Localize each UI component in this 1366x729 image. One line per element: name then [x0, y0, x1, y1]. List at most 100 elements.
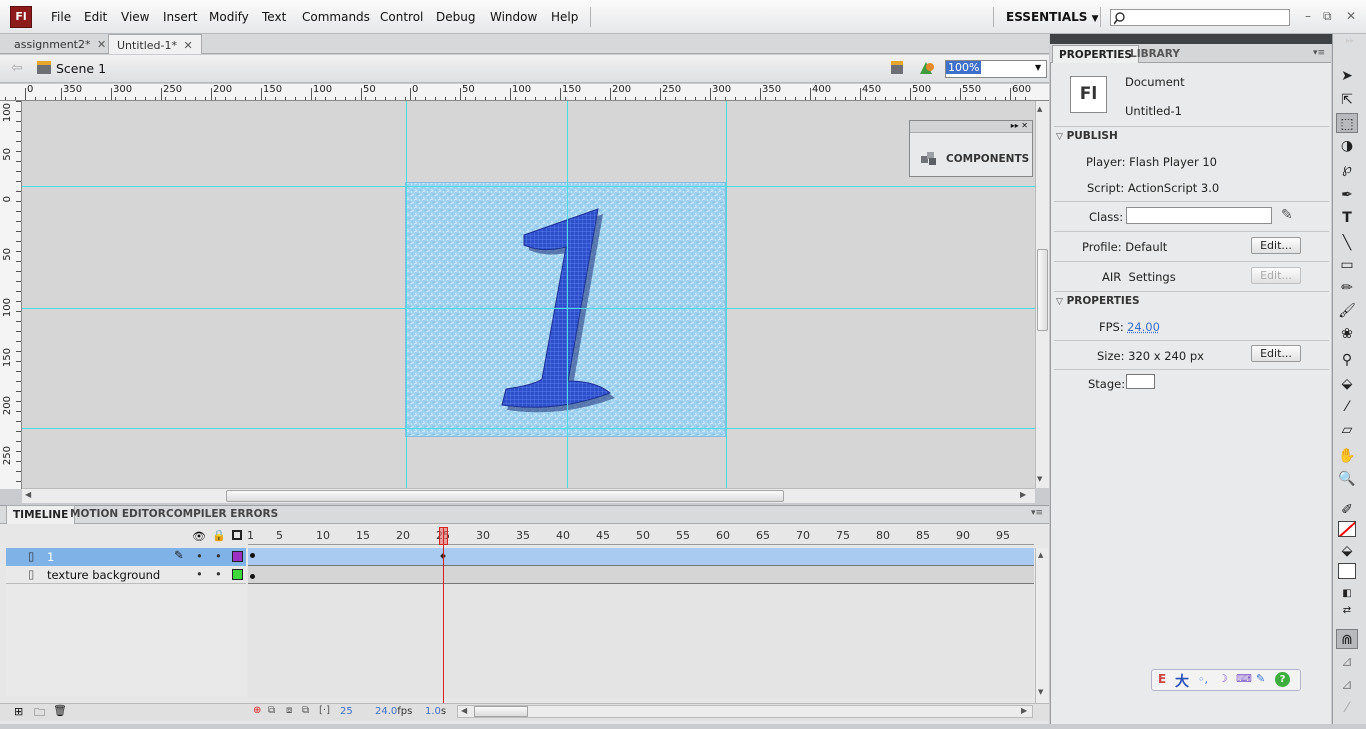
layer-row[interactable]: ▯ 1 ✎ • • — [6, 548, 246, 566]
close-icon[interactable]: ✕ — [1021, 121, 1028, 130]
keyframe[interactable] — [250, 574, 255, 579]
outline-icon[interactable] — [232, 530, 242, 540]
guide-line[interactable] — [22, 308, 1035, 309]
text-tool-icon[interactable]: T — [1336, 208, 1358, 228]
layer-color-swatch[interactable] — [232, 551, 243, 562]
brush-tool-icon[interactable]: 🖌 — [1336, 301, 1358, 321]
guide-line[interactable] — [567, 101, 568, 488]
stage-horizontal-scrollbar[interactable]: ◀ ▶ — [22, 488, 1035, 503]
3d-rotation-tool-icon[interactable]: ◑ — [1336, 136, 1358, 156]
onion-skin-icon[interactable]: ⧉ — [268, 705, 275, 716]
scroll-right-icon[interactable]: ▶ — [1020, 490, 1026, 499]
scroll-up-icon[interactable]: ▲ — [1038, 551, 1043, 559]
number-one-graphic[interactable] — [406, 183, 726, 437]
center-frame-icon[interactable]: ⊕ — [253, 705, 261, 716]
frame-grid[interactable] — [248, 548, 1034, 698]
lock-dot[interactable]: • — [215, 567, 222, 581]
close-window-button[interactable]: ✕ — [1346, 9, 1356, 23]
lasso-tool-icon[interactable]: ℘ — [1336, 159, 1358, 179]
scroll-down-icon[interactable]: ▼ — [1037, 475, 1042, 483]
zoom-tool-icon[interactable]: 🔍 — [1336, 469, 1358, 489]
subselection-tool-icon[interactable]: ⇱ — [1336, 90, 1358, 110]
eye-icon[interactable]: 👁 — [192, 530, 206, 543]
minimize-button[interactable]: – — [1305, 9, 1311, 23]
line-tool-icon[interactable]: ╲ — [1336, 233, 1358, 253]
components-title[interactable]: COMPONENTS — [946, 153, 1029, 165]
collapse-icon[interactable]: ▸▸ — [1346, 36, 1354, 45]
selection-tool-icon[interactable]: ➤ — [1336, 66, 1358, 86]
frame-rate[interactable]: 24.0fps — [375, 706, 412, 717]
layer-color-swatch[interactable] — [232, 569, 243, 580]
doc-name[interactable]: Untitled-1 — [1125, 104, 1182, 118]
scroll-right-icon[interactable]: ▶ — [1021, 706, 1027, 715]
layer-name[interactable]: texture background — [47, 568, 160, 582]
stroke-color-icon[interactable]: ✐ — [1336, 500, 1358, 520]
lock-icon[interactable]: 🔒 — [212, 529, 226, 542]
menu-help[interactable]: Help — [551, 10, 578, 24]
elapsed-time[interactable]: 1.0s — [425, 706, 446, 717]
guide-line[interactable] — [22, 428, 1035, 429]
rectangle-tool-icon[interactable]: ▭ — [1336, 255, 1358, 275]
workspace-switcher[interactable]: ESSENTIALS ▼ — [1006, 10, 1099, 24]
menu-view[interactable]: View — [121, 10, 149, 24]
modify-markers-icon[interactable]: [·] — [319, 705, 330, 716]
eyedropper-tool-icon[interactable]: ⁄ — [1336, 397, 1358, 417]
scroll-left-icon[interactable]: ◀ — [25, 490, 31, 499]
menu-text[interactable]: Text — [262, 10, 286, 24]
air-edit-button[interactable]: Edit... — [1251, 267, 1301, 284]
visibility-dot[interactable]: • — [196, 549, 203, 563]
pencil-icon[interactable]: ✎ — [1281, 207, 1293, 223]
new-layer-icon[interactable]: ⊞ — [14, 705, 23, 718]
hand-tool-icon[interactable]: ✋ — [1336, 446, 1358, 466]
profile-edit-button[interactable]: Edit... — [1251, 237, 1301, 254]
panel-menu-icon[interactable]: ▾≡ — [1313, 48, 1325, 58]
menu-modify[interactable]: Modify — [209, 10, 249, 24]
panel-menu-icon[interactable]: ▾≡ — [1031, 508, 1043, 518]
tab-untitled-1[interactable]: Untitled-1* ✕ — [108, 34, 202, 54]
properties-section[interactable]: ▽ PROPERTIES — [1056, 295, 1140, 307]
guide-line[interactable] — [22, 186, 1035, 187]
layer-name[interactable]: 1 — [47, 550, 54, 564]
edit-scene-icon[interactable] — [889, 59, 907, 77]
help-search-input[interactable] — [1110, 9, 1290, 26]
edit-multiple-frames-icon[interactable]: ⧉ — [302, 705, 309, 716]
scroll-thumb[interactable] — [474, 706, 528, 717]
stage[interactable] — [405, 182, 726, 437]
eraser-tool-icon[interactable]: ▱ — [1336, 420, 1358, 440]
timeline-vertical-scrollbar[interactable]: ▲ ▼ — [1035, 548, 1048, 704]
scroll-up-icon[interactable]: ▲ — [1037, 105, 1042, 113]
free-transform-tool-icon[interactable]: ⬚ — [1336, 113, 1358, 133]
ime-moon-icon[interactable]: ☽ — [1218, 672, 1228, 685]
ime-english-icon[interactable]: E — [1158, 672, 1166, 686]
ime-punct-icon[interactable]: ◦, — [1198, 673, 1208, 686]
scroll-thumb[interactable] — [226, 490, 784, 502]
ime-keyboard-icon[interactable]: ⌨ — [1236, 672, 1252, 685]
paint-bucket-tool-icon[interactable]: ⬙ — [1336, 374, 1358, 394]
collapse-icon[interactable]: ▸▸ — [1011, 121, 1019, 130]
scroll-thumb[interactable] — [1037, 249, 1048, 331]
visibility-dot[interactable]: • — [196, 567, 203, 581]
guide-line[interactable] — [726, 101, 727, 488]
new-folder-icon[interactable]: 🗀 — [34, 704, 45, 723]
menu-insert[interactable]: Insert — [163, 10, 197, 24]
option-icon[interactable]: ⁄ — [1336, 698, 1358, 718]
tab-assignment2[interactable]: assignment2* ✕ — [6, 34, 114, 54]
ime-tool-icon[interactable]: ✎ — [1256, 672, 1265, 685]
timeline-horizontal-scrollbar[interactable]: ◀ ▶ — [457, 705, 1033, 718]
guide-line[interactable] — [406, 101, 407, 488]
restore-button[interactable]: ⧉ — [1323, 9, 1332, 24]
ime-toolbar[interactable]: E 大 ◦, ☽ ⌨ ✎ ? — [1151, 669, 1301, 691]
menu-edit[interactable]: Edit — [84, 10, 107, 24]
class-input[interactable] — [1126, 207, 1272, 224]
onion-outline-icon[interactable]: ⧈ — [286, 705, 292, 716]
swap-colors-icon[interactable]: ⇄ — [1336, 601, 1358, 621]
chevron-down-icon[interactable]: ▼ — [1035, 63, 1041, 72]
frame-row[interactable] — [248, 566, 1034, 584]
keyframe[interactable] — [250, 553, 255, 558]
fps-value[interactable]: 24.00 — [1127, 320, 1160, 334]
size-edit-button[interactable]: Edit... — [1251, 345, 1301, 362]
ime-help-icon[interactable]: ? — [1275, 672, 1290, 687]
lock-dot[interactable]: • — [215, 549, 222, 563]
edit-symbols-icon[interactable] — [917, 59, 937, 77]
stage-color-swatch[interactable] — [1126, 374, 1155, 389]
